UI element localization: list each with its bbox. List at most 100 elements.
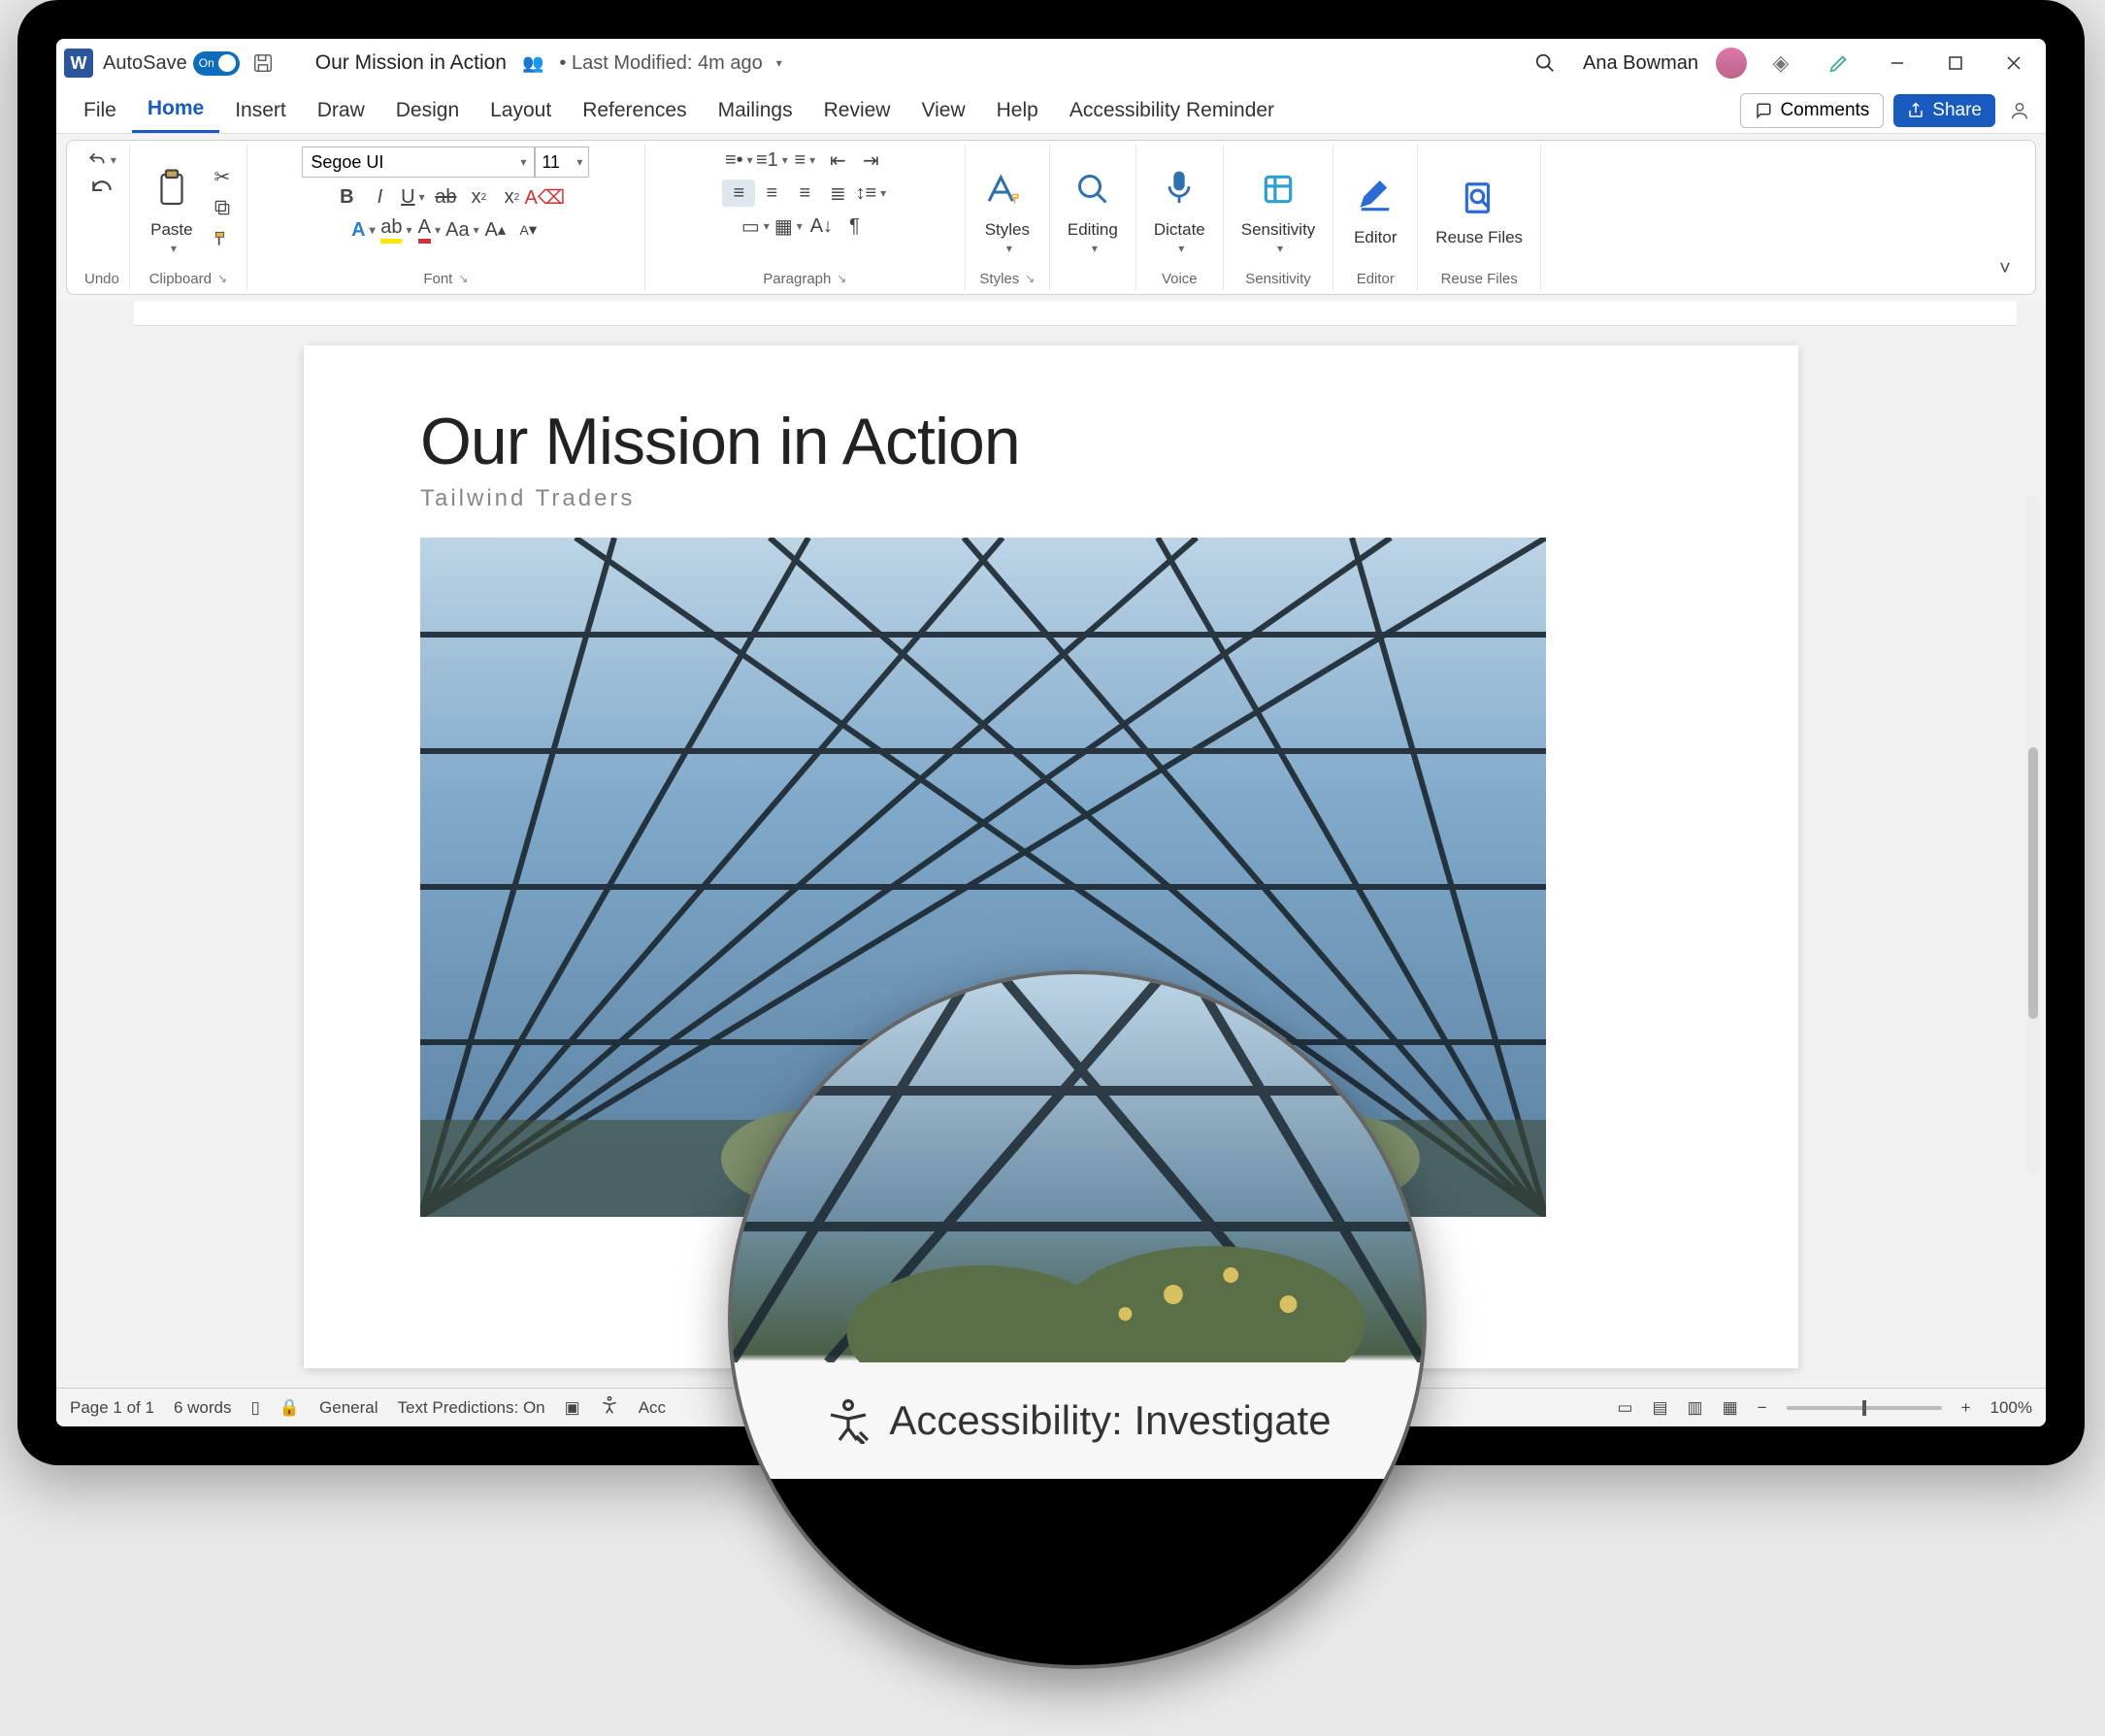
tab-home[interactable]: Home <box>132 87 219 133</box>
align-right-icon[interactable]: ≡ <box>788 180 821 207</box>
zoom-value[interactable]: 100% <box>1990 1398 2032 1418</box>
redo-icon[interactable] <box>87 178 116 205</box>
strikethrough-icon[interactable]: ab <box>429 183 462 211</box>
editor-button[interactable]: Editor <box>1343 164 1407 251</box>
status-accessibility[interactable]: Acc <box>639 1398 666 1418</box>
copy-icon[interactable] <box>208 194 237 221</box>
close-button[interactable] <box>1990 44 2038 82</box>
clipboard-icon <box>148 160 196 218</box>
status-read-mode-icon[interactable]: ▥ <box>1688 1398 1703 1418</box>
borders-icon[interactable]: ▦▾ <box>772 213 805 240</box>
grow-font-icon[interactable]: A▴ <box>478 216 511 244</box>
change-case-icon[interactable]: Aa▾ <box>445 216 478 244</box>
shading-icon[interactable]: ▭▾ <box>739 213 772 240</box>
magnifier-text[interactable]: Accessibility: Investigate <box>889 1397 1331 1444</box>
italic-icon[interactable]: I <box>363 183 396 211</box>
tab-draw[interactable]: Draw <box>302 89 380 132</box>
share-button[interactable]: Share <box>1893 94 1995 127</box>
document-subheading[interactable]: Tailwind Traders <box>420 485 1682 512</box>
justify-icon[interactable]: ≣ <box>821 180 854 207</box>
scrollbar-thumb[interactable] <box>2028 747 2038 1019</box>
tab-review[interactable]: Review <box>808 89 906 132</box>
diamond-icon[interactable]: ◈ <box>1757 44 1805 82</box>
paste-button[interactable]: Paste ▾ <box>140 156 204 259</box>
zoom-in-icon[interactable]: + <box>1961 1398 1971 1418</box>
status-print-layout-icon[interactable]: ▤ <box>1652 1398 1667 1418</box>
tab-help[interactable]: Help <box>981 89 1054 132</box>
tab-accessibility-reminder[interactable]: Accessibility Reminder <box>1054 89 1290 132</box>
reuse-files-button[interactable]: Reuse Files <box>1428 165 1530 251</box>
status-words[interactable]: 6 words <box>174 1398 232 1418</box>
status-web-layout-icon[interactable]: ▦ <box>1723 1398 1738 1418</box>
font-name-dropdown[interactable]: Segoe UI▾ <box>302 147 535 178</box>
dictate-button[interactable]: Dictate ▾ <box>1146 156 1213 259</box>
sensitivity-button[interactable]: Sensitivity ▾ <box>1233 156 1324 259</box>
minimize-button[interactable] <box>1873 44 1922 82</box>
undo-icon[interactable]: ▾ <box>87 147 116 174</box>
bullets-icon[interactable]: ≡•▾ <box>722 147 755 174</box>
highlight-icon[interactable]: ab▾ <box>379 216 412 244</box>
numbering-icon[interactable]: ≡1▾ <box>755 147 788 174</box>
show-marks-icon[interactable]: ¶ <box>838 213 871 240</box>
user-name[interactable]: Ana Bowman <box>1583 52 1698 75</box>
multilevel-icon[interactable]: ≡▾ <box>788 147 821 174</box>
subscript-icon[interactable]: x2 <box>462 183 495 211</box>
toggle-switch-icon[interactable]: On <box>193 51 240 76</box>
account-icon[interactable] <box>2005 97 2034 124</box>
pen-icon[interactable] <box>1815 44 1863 82</box>
format-painter-icon[interactable] <box>208 225 237 252</box>
underline-icon[interactable]: U▾ <box>396 183 429 211</box>
save-icon[interactable] <box>249 49 277 77</box>
document-title[interactable]: Our Mission in Action <box>315 51 507 75</box>
tab-insert[interactable]: Insert <box>219 89 302 132</box>
comments-button[interactable]: Comments <box>1740 93 1884 128</box>
text-effects-icon[interactable]: A▾ <box>346 216 379 244</box>
avatar[interactable] <box>1716 48 1747 79</box>
bold-icon[interactable]: B <box>330 183 363 211</box>
accessibility-person-icon[interactable] <box>600 1395 619 1420</box>
status-lock-icon[interactable]: 🔒 <box>280 1398 300 1418</box>
font-color-icon[interactable]: A▾ <box>412 216 445 244</box>
align-center-icon[interactable]: ≡ <box>755 180 788 207</box>
autosave-on: On <box>199 56 214 70</box>
ruler[interactable] <box>134 301 2017 326</box>
shrink-font-icon[interactable]: A▾ <box>511 216 544 244</box>
autosave-toggle[interactable]: AutoSave On <box>103 51 240 76</box>
status-focus-icon[interactable]: ▭ <box>1617 1398 1632 1418</box>
tab-mailings[interactable]: Mailings <box>703 89 808 132</box>
vertical-scrollbar[interactable] <box>2026 495 2040 1174</box>
document-heading[interactable]: Our Mission in Action <box>420 404 1682 479</box>
search-icon[interactable] <box>1521 44 1569 82</box>
chevron-down-icon[interactable]: ▾ <box>776 56 782 70</box>
sort-icon[interactable]: A↓ <box>805 213 838 240</box>
status-macros-icon[interactable]: ▣ <box>565 1398 580 1418</box>
collapse-ribbon-icon[interactable]: ˅ <box>1990 255 2020 282</box>
maximize-button[interactable] <box>1931 44 1980 82</box>
zoom-out-icon[interactable]: − <box>1758 1398 1767 1418</box>
clear-format-icon[interactable]: A⌫ <box>528 183 561 211</box>
ribbon: ▾ Undo Paste ▾ <box>66 140 2036 295</box>
status-general[interactable]: General <box>319 1398 378 1418</box>
font-size-dropdown[interactable]: 11▾ <box>535 147 589 178</box>
tab-design[interactable]: Design <box>380 89 475 132</box>
status-page[interactable]: Page 1 of 1 <box>70 1398 154 1418</box>
status-language-icon[interactable]: ▯ <box>251 1398 260 1418</box>
indent-icon[interactable]: ⇥ <box>854 147 887 174</box>
tab-references[interactable]: References <box>567 89 702 132</box>
align-left-icon[interactable]: ≡ <box>722 180 755 207</box>
cut-icon[interactable]: ✂ <box>208 163 237 190</box>
editing-button[interactable]: Editing ▾ <box>1060 156 1126 259</box>
outdent-icon[interactable]: ⇤ <box>821 147 854 174</box>
tab-view[interactable]: View <box>905 89 980 132</box>
styles-button[interactable]: Styles ▾ <box>975 156 1039 259</box>
zoom-thumb[interactable] <box>1862 1400 1866 1416</box>
zoom-slider[interactable] <box>1787 1406 1942 1410</box>
superscript-icon[interactable]: x2 <box>495 183 528 211</box>
line-spacing-icon[interactable]: ↕≡▾ <box>854 180 887 207</box>
tab-file[interactable]: File <box>68 89 132 132</box>
group-label-voice: Voice <box>1162 269 1198 288</box>
tab-layout[interactable]: Layout <box>475 89 567 132</box>
status-predictions[interactable]: Text Predictions: On <box>398 1398 545 1418</box>
last-modified[interactable]: • Last Modified: 4m ago <box>559 52 762 75</box>
sharing-people-icon[interactable]: 👥 <box>522 53 543 74</box>
